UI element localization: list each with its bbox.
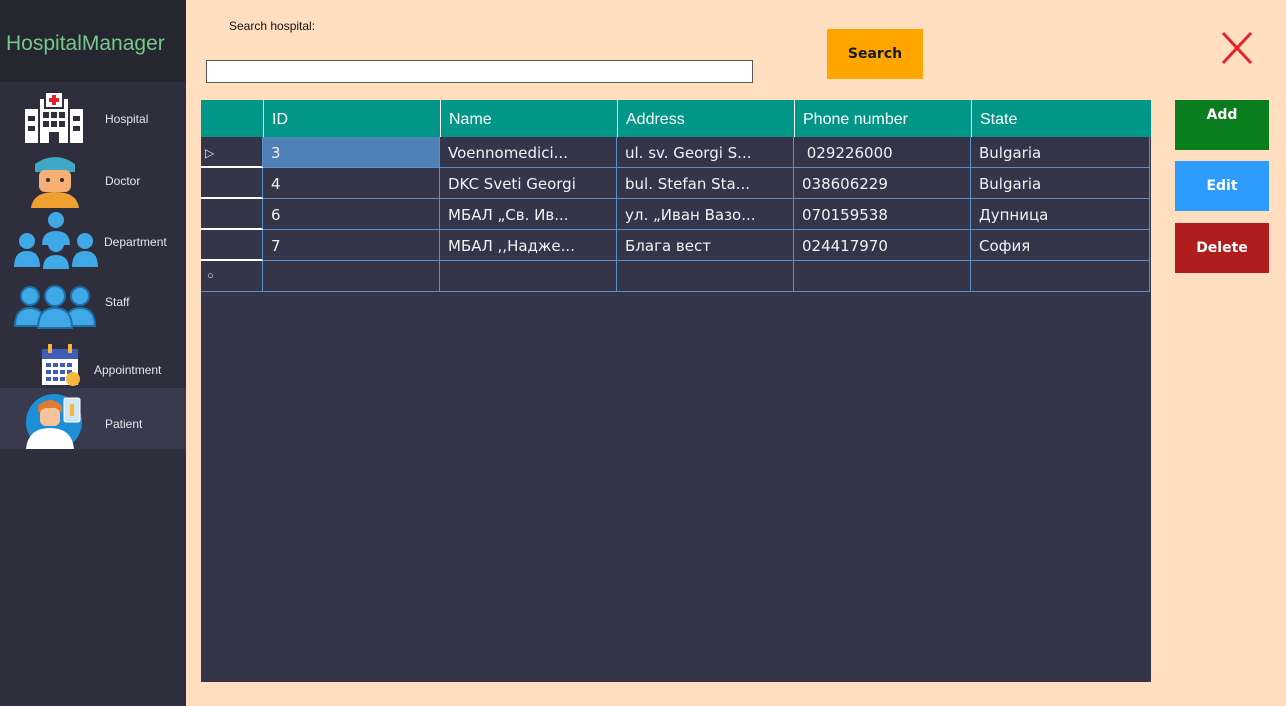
table-row[interactable]: ▷ 3 Voennomedici... ul. sv. Georgi S... … — [201, 137, 1150, 168]
search-label: Search hospital: — [229, 19, 316, 33]
sidebar-item-label: Department — [104, 235, 167, 249]
table-cell[interactable] — [617, 261, 794, 292]
search-button[interactable]: Search — [827, 29, 923, 79]
sidebar-item-label: Hospital — [105, 112, 149, 126]
sidebar-item-label: Appointment — [94, 363, 162, 377]
column-header-name[interactable]: Name — [440, 100, 617, 137]
sidebar-item-label: Doctor — [105, 174, 141, 188]
current-row-indicator: ▷ — [205, 146, 215, 160]
table-row[interactable]: 6 МБАЛ „Св. Ив... ул. „Иван Вазо... 0701… — [201, 199, 1150, 230]
table-cell[interactable]: bul. Stefan Sta... — [617, 168, 794, 199]
table-row[interactable]: 4 DKC Sveti Georgi bul. Stefan Sta... 03… — [201, 168, 1150, 199]
column-header-address[interactable]: Address — [617, 100, 794, 137]
close-icon[interactable] — [1219, 28, 1255, 68]
sidebar-item-hospital[interactable]: Hospital — [0, 88, 186, 149]
sidebar: HospitalManager Hospital Doctor Departme… — [0, 0, 186, 706]
hospital-table[interactable]: ID Name Address Phone number State ▷ 3 V… — [201, 100, 1151, 682]
sidebar-item-label: Patient — [105, 417, 143, 431]
table-cell[interactable]: 038606229 — [794, 168, 971, 199]
sidebar-item-doctor[interactable]: Doctor — [0, 150, 186, 211]
table-header: ID Name Address Phone number State — [201, 100, 1151, 137]
table-cell[interactable]: Блага вест — [617, 230, 794, 261]
sidebar-item-department[interactable]: Department — [0, 211, 186, 272]
table-cell[interactable]: София — [971, 230, 1150, 261]
table-cell[interactable]: МБАЛ „Св. Ив... — [440, 199, 617, 230]
table-cell[interactable]: 029226000 — [794, 137, 971, 168]
patient-icon — [26, 394, 82, 449]
table-cell[interactable]: ul. sv. Georgi S... — [617, 137, 794, 168]
table-cell[interactable]: 4 — [263, 168, 440, 199]
department-icon — [14, 212, 98, 269]
column-header-state[interactable]: State — [971, 100, 1151, 137]
delete-button[interactable]: Delete — [1175, 223, 1269, 273]
edit-button[interactable]: Edit — [1175, 161, 1269, 211]
sidebar-item-staff[interactable]: Staff — [0, 272, 186, 333]
table-cell[interactable] — [971, 261, 1150, 292]
search-input[interactable] — [206, 60, 753, 83]
sidebar-item-label: Staff — [105, 295, 130, 309]
app-title: HospitalManager — [0, 0, 186, 82]
table-cell[interactable]: Bulgaria — [971, 137, 1150, 168]
table-cell[interactable]: DKC Sveti Georgi — [440, 168, 617, 199]
doctor-icon — [31, 157, 79, 208]
table-cell[interactable]: МБАЛ ,,Надже... — [440, 230, 617, 261]
table-cell[interactable] — [794, 261, 971, 292]
table-cell[interactable]: Voennomedici... — [440, 137, 617, 168]
sidebar-item-appointment[interactable]: Appointment — [0, 333, 186, 394]
column-header-phone[interactable]: Phone number — [794, 100, 971, 137]
table-cell[interactable]: 7 — [263, 230, 440, 261]
new-row[interactable]: ○ — [201, 261, 1150, 292]
row-header[interactable] — [201, 168, 263, 199]
table-cell[interactable]: 024417970 — [794, 230, 971, 261]
column-header-id[interactable]: ID — [263, 100, 440, 137]
table-row[interactable]: 7 МБАЛ ,,Надже... Блага вест 024417970 С… — [201, 230, 1150, 261]
row-header[interactable] — [201, 199, 263, 230]
table-cell[interactable] — [440, 261, 617, 292]
row-header[interactable] — [201, 230, 263, 261]
table-cell[interactable]: Bulgaria — [971, 168, 1150, 199]
table-cell[interactable]: ул. „Иван Вазо... — [617, 199, 794, 230]
appointment-icon — [42, 344, 80, 386]
sidebar-item-patient[interactable]: Patient — [0, 388, 186, 449]
staff-icon — [14, 285, 96, 329]
table-cell[interactable]: 3 — [263, 137, 440, 168]
row-header[interactable]: ▷ — [201, 137, 263, 168]
table-cell[interactable]: 070159538 — [794, 199, 971, 230]
hospital-icon — [23, 91, 85, 145]
new-row-indicator: ○ — [207, 270, 214, 282]
row-header[interactable]: ○ — [201, 261, 263, 292]
table-cell[interactable] — [263, 261, 440, 292]
table-cell[interactable]: 6 — [263, 199, 440, 230]
table-cell[interactable]: Дупница — [971, 199, 1150, 230]
add-button[interactable]: Add — [1175, 100, 1269, 150]
